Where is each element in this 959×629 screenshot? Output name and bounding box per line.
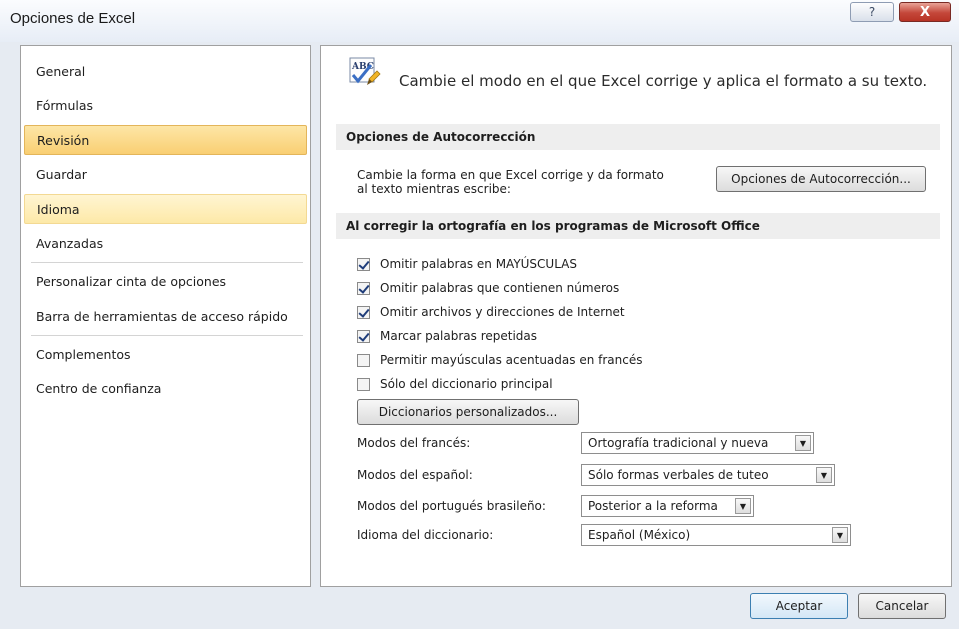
cancel-button[interactable]: Cancelar (858, 593, 946, 619)
checkbox-french-accented[interactable]: Permitir mayúsculas acentuadas en francé… (357, 351, 642, 369)
sidebar-item-personalizar-cinta[interactable]: Personalizar cinta de opciones (24, 266, 307, 296)
checkbox-unchecked-icon[interactable] (357, 377, 370, 391)
sidebar-item-avanzadas[interactable]: Avanzadas (24, 228, 307, 258)
section-title: Opciones de Autocorrección (346, 130, 536, 144)
checkbox-checked-icon[interactable] (357, 281, 370, 295)
dictionary-language-select[interactable]: Español (México) ▼ (581, 524, 851, 546)
spanish-modes-select[interactable]: Sólo formas verbales de tuteo ▼ (581, 464, 835, 486)
sidebar-divider (31, 262, 303, 263)
french-modes-label: Modos del francés: (357, 436, 471, 450)
checkbox-checked-icon[interactable] (357, 329, 370, 343)
sidebar-item-centro-confianza[interactable]: Centro de confianza (24, 373, 307, 403)
sidebar-item-revision[interactable]: Revisión (24, 125, 307, 155)
checkbox-label: Permitir mayúsculas acentuadas en francé… (380, 353, 643, 367)
sidebar-item-complementos[interactable]: Complementos (24, 339, 307, 369)
checkbox-main-dictionary[interactable]: Sólo del diccionario principal (357, 375, 553, 393)
sidebar-item-label: Barra de herramientas de acceso rápido (36, 308, 288, 324)
close-button[interactable]: X (899, 2, 951, 22)
sidebar-item-label: Personalizar cinta de opciones (36, 273, 227, 289)
sidebar-divider (31, 335, 303, 336)
ok-button[interactable]: Aceptar (750, 593, 848, 619)
section-spelling: Al corregir la ortografía en los program… (336, 213, 940, 239)
select-value: Ortografía tradicional y nueva (588, 436, 769, 450)
checkbox-ignore-uppercase[interactable]: Omitir palabras en MAYÚSCULAS (357, 255, 577, 273)
button-label: Cancelar (875, 599, 929, 613)
portuguese-modes-label: Modos del portugués brasileño: (357, 499, 546, 513)
select-value: Posterior a la reforma (588, 499, 718, 513)
checkbox-label: Sólo del diccionario principal (380, 377, 553, 391)
description-line: al texto mientras escribe: (357, 182, 511, 196)
checkbox-unchecked-icon[interactable] (357, 353, 370, 367)
autocorrect-description: Cambie la forma en que Excel corrige y d… (357, 168, 717, 196)
abc-spelling-icon: ABC (349, 57, 381, 85)
autocorrect-options-button[interactable]: Opciones de Autocorrección... (716, 166, 926, 192)
section-title: Al corregir la ortografía en los program… (346, 219, 760, 233)
chevron-down-icon[interactable]: ▼ (735, 498, 751, 514)
sidebar-item-idioma[interactable]: Idioma (24, 194, 307, 224)
checkbox-checked-icon[interactable] (357, 257, 370, 271)
checkbox-checked-icon[interactable] (357, 305, 370, 319)
checkbox-label: Omitir archivos y direcciones de Interne… (380, 305, 625, 319)
checkbox-ignore-internet[interactable]: Omitir archivos y direcciones de Interne… (357, 303, 625, 321)
chevron-down-icon[interactable]: ▼ (816, 467, 832, 483)
select-value: Sólo formas verbales de tuteo (588, 468, 769, 482)
sidebar-item-general[interactable]: General (24, 56, 307, 86)
button-label: Diccionarios personalizados... (378, 405, 558, 419)
sidebar-item-formulas[interactable]: Fórmulas (24, 90, 307, 120)
sidebar-item-label: General (36, 63, 86, 79)
footer: Aceptar Cancelar (0, 590, 959, 629)
main-content: ABC Cambie el modo en el que Excel corri… (320, 45, 952, 587)
close-icon: X (919, 4, 931, 20)
sidebar-item-label: Complementos (36, 346, 131, 362)
checkbox-label: Omitir palabras en MAYÚSCULAS (380, 257, 577, 271)
sidebar-item-label: Guardar (36, 166, 87, 182)
checkbox-label: Omitir palabras que contienen números (380, 281, 620, 295)
button-label: Opciones de Autocorrección... (731, 172, 911, 186)
spanish-modes-label: Modos del español: (357, 468, 473, 482)
dictionary-language-label: Idioma del diccionario: (357, 528, 494, 542)
sidebar-item-label: Centro de confianza (36, 380, 162, 396)
description-line: Cambie la forma en que Excel corrige y d… (357, 168, 664, 182)
page-header: Cambie el modo en el que Excel corrige y… (399, 72, 928, 90)
sidebar-item-label: Idioma (37, 201, 80, 217)
select-value: Español (México) (588, 528, 691, 542)
sidebar-item-label: Avanzadas (36, 235, 104, 251)
checkbox-flag-repeated[interactable]: Marcar palabras repetidas (357, 327, 537, 345)
title-bar: Opciones de Excel ? X (0, 0, 959, 42)
sidebar-item-guardar[interactable]: Guardar (24, 159, 307, 189)
sidebar-item-barra-acceso-rapido[interactable]: Barra de herramientas de acceso rápido (24, 301, 307, 331)
portuguese-modes-select[interactable]: Posterior a la reforma ▼ (581, 495, 754, 517)
help-button[interactable]: ? (850, 2, 894, 22)
sidebar: General Fórmulas Revisión Guardar Idioma… (20, 45, 311, 587)
chevron-down-icon[interactable]: ▼ (832, 527, 848, 543)
help-icon: ? (868, 5, 876, 19)
french-modes-select[interactable]: Ortografía tradicional y nueva ▼ (581, 432, 814, 454)
sidebar-item-label: Fórmulas (36, 97, 94, 113)
checkbox-ignore-numbers[interactable]: Omitir palabras que contienen números (357, 279, 619, 297)
section-autocorrect: Opciones de Autocorrección (336, 124, 940, 150)
window-title: Opciones de Excel (10, 10, 136, 27)
checkbox-label: Marcar palabras repetidas (380, 329, 538, 343)
chevron-down-icon[interactable]: ▼ (795, 435, 811, 451)
sidebar-item-label: Revisión (37, 132, 90, 148)
custom-dictionaries-button[interactable]: Diccionarios personalizados... (357, 399, 579, 425)
button-label: Aceptar (775, 599, 823, 613)
